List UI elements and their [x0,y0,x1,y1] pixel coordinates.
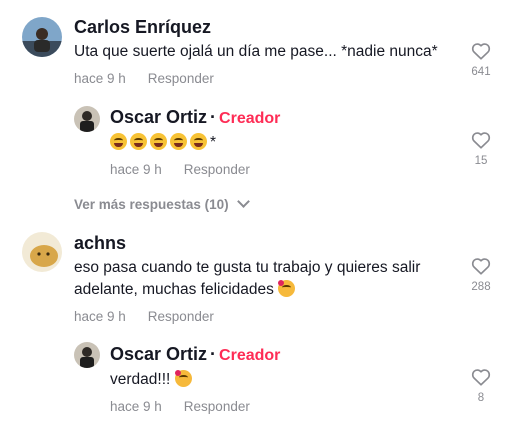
smiling-face-with-hearts-emoji [174,370,192,387]
comment-author[interactable]: achns [74,233,126,254]
like-count: 641 [471,66,491,78]
comment-meta: hace 9 h Responder [74,71,214,86]
like-button[interactable]: 8 [466,368,496,404]
tears-of-joy-emoji [190,133,207,150]
chevron-down-icon [236,195,250,208]
like-button[interactable]: 15 [466,131,496,167]
reply-author: Oscar Ortiz · Creador [110,344,280,365]
reply-time: hace 9 h [110,162,162,177]
reply-button[interactable]: Responder [148,71,214,86]
reply-text: * [110,132,216,154]
reply-time: hace 9 h [110,399,162,414]
reply-button[interactable]: Responder [148,309,214,324]
like-button[interactable]: 288 [466,257,496,293]
reply-button[interactable]: Responder [184,399,250,414]
like-count: 288 [471,281,491,293]
view-more-replies-label: Ver más respuestas (10) [74,197,229,212]
comment-text-line: eso pasa cuando te gusta tu trabajo y qu… [74,259,421,276]
heart-icon [471,132,491,149]
heart-icon [471,43,491,60]
separator-dot: · [210,107,217,127]
heart-icon [471,369,491,386]
tears-of-joy-emoji [110,133,127,150]
comment-author[interactable]: Carlos Enríquez [74,17,211,38]
comment-text: Uta que suerte ojalá un día me pase... *… [74,43,438,60]
reply-author-name[interactable]: Oscar Ortiz [110,107,207,127]
reply-text-content: verdad!!! [110,371,171,388]
reply-button[interactable]: Responder [184,162,250,177]
reply-meta: hace 9 h Responder [110,162,250,177]
smiling-face-with-hearts-emoji [278,280,296,297]
reply-author-name[interactable]: Oscar Ortiz [110,344,207,364]
comment-meta: hace 9 h Responder [74,309,214,324]
avatar[interactable] [74,342,100,368]
avatar[interactable] [74,106,100,132]
tears-of-joy-emoji [150,133,167,150]
reply-author: Oscar Ortiz · Creador [110,107,280,128]
comment-time: hace 9 h [74,309,126,324]
reply-text: verdad!!! [110,369,195,391]
like-count: 8 [477,392,485,404]
like-button[interactable]: 641 [466,42,496,78]
avatar[interactable] [22,232,62,272]
comment-text-line: adelante, muchas felicidades [74,281,274,298]
separator-dot: · [210,344,217,364]
creator-badge: Creador [219,110,281,127]
tears-of-joy-emoji [130,133,147,150]
reply-text-suffix: * [210,134,217,151]
view-more-replies-button[interactable]: Ver más respuestas (10) [74,195,250,212]
comment-time: hace 9 h [74,71,126,86]
comment-text: eso pasa cuando te gusta tu trabajo y qu… [74,257,444,301]
reply-meta: hace 9 h Responder [110,399,250,414]
tears-of-joy-emoji [170,133,187,150]
avatar[interactable] [22,17,62,57]
heart-icon [471,258,491,275]
creator-badge: Creador [219,347,281,364]
like-count: 15 [474,155,488,167]
